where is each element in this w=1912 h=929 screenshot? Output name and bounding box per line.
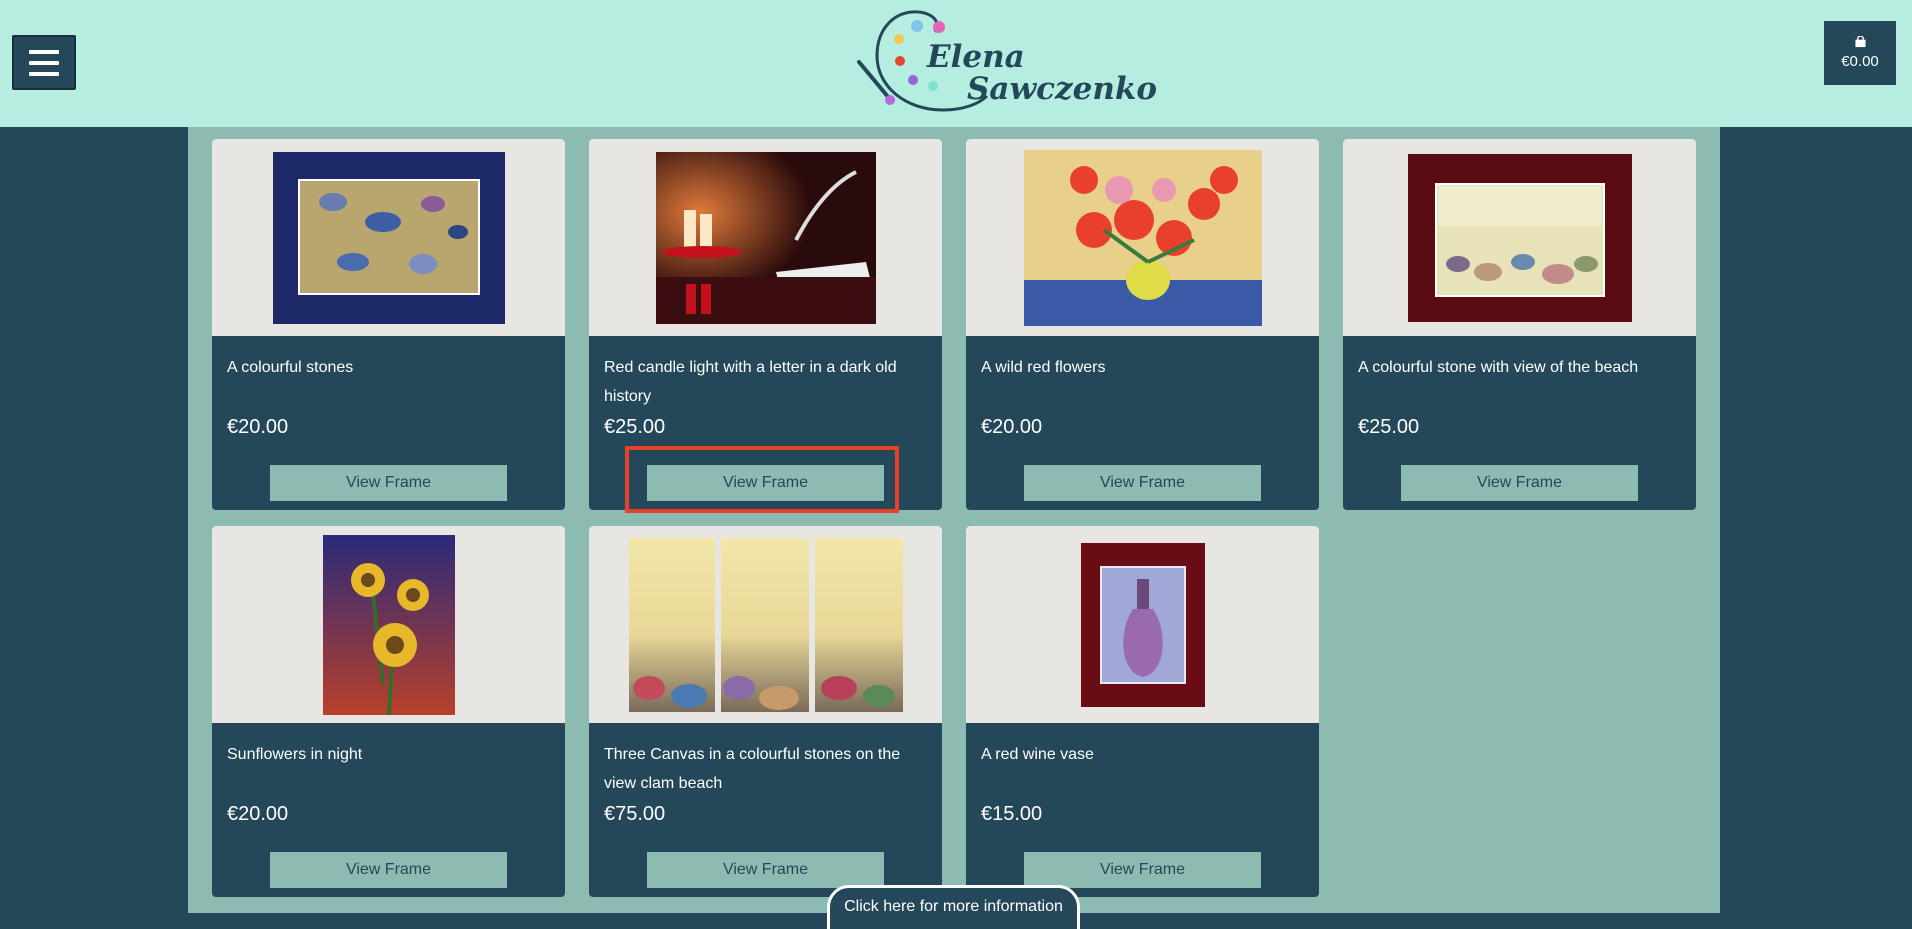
product-image[interactable]	[589, 139, 942, 336]
product-card: A wild red flowers €20.00 View Frame	[966, 139, 1319, 510]
product-price: €20.00	[227, 416, 289, 438]
site-header: Elena Sawczenko €0.00	[0, 0, 1912, 127]
product-title[interactable]: Sunflowers in night	[227, 740, 552, 769]
view-frame-button[interactable]: View Frame	[1024, 465, 1261, 501]
product-image[interactable]	[212, 526, 565, 723]
product-title[interactable]: Three Canvas in a colourful stones on th…	[604, 740, 929, 798]
product-card: A colourful stone with view of the beach…	[1343, 139, 1696, 510]
product-title[interactable]: A red wine vase	[981, 740, 1306, 769]
product-image[interactable]	[1343, 139, 1696, 336]
product-price: €15.00	[981, 803, 1043, 825]
product-price: €25.00	[1358, 416, 1420, 438]
product-card: Sunflowers in night €20.00 View Frame	[212, 526, 565, 897]
painting-red-candle-letter	[655, 151, 876, 324]
cart-button[interactable]: €0.00	[1824, 21, 1896, 85]
more-info-button[interactable]: Click here for more information	[827, 885, 1080, 929]
painting-red-wine-vase	[1080, 542, 1205, 707]
painting-wild-red-flowers	[1023, 149, 1262, 326]
product-grid: A colourful stones €20.00 View Frame Red…	[188, 127, 1720, 913]
product-title[interactable]: A wild red flowers	[981, 353, 1306, 382]
view-frame-button[interactable]: View Frame	[270, 852, 507, 888]
product-card: Three Canvas in a colourful stones on th…	[589, 526, 942, 897]
product-image[interactable]	[966, 139, 1319, 336]
shopping-bag-icon	[1854, 36, 1866, 48]
site-logo[interactable]: Elena Sawczenko	[855, 6, 1157, 118]
logo-name-last: Sawczenko	[967, 71, 1158, 107]
cart-total: €0.00	[1841, 53, 1879, 70]
painting-stone-beach	[1407, 153, 1632, 322]
product-price: €25.00	[604, 416, 666, 438]
view-frame-button[interactable]: View Frame	[1024, 852, 1261, 888]
hamburger-menu-button[interactable]	[12, 35, 76, 90]
painting-three-canvas-stones	[628, 537, 903, 712]
logo-name-first: Elena	[927, 39, 1025, 75]
selection-highlight	[625, 446, 899, 513]
product-price: €75.00	[604, 803, 666, 825]
product-card: A red wine vase €15.00 View Frame	[966, 526, 1319, 897]
product-card: A colourful stones €20.00 View Frame	[212, 139, 565, 510]
hamburger-menu-icon	[29, 49, 59, 54]
product-price: €20.00	[227, 803, 289, 825]
product-image[interactable]	[589, 526, 942, 723]
product-title[interactable]: Red candle light with a letter in a dark…	[604, 353, 929, 411]
view-frame-button[interactable]: View Frame	[647, 852, 884, 888]
painting-sunflowers-night	[322, 534, 455, 715]
product-title[interactable]: A colourful stone with view of the beach	[1358, 353, 1683, 382]
product-price: €20.00	[981, 416, 1043, 438]
view-frame-button[interactable]: View Frame	[1401, 465, 1638, 501]
product-image[interactable]	[212, 139, 565, 336]
view-frame-button[interactable]: View Frame	[270, 465, 507, 501]
painting-colourful-stones	[272, 151, 505, 324]
product-image[interactable]	[966, 526, 1319, 723]
product-title[interactable]: A colourful stones	[227, 353, 552, 382]
